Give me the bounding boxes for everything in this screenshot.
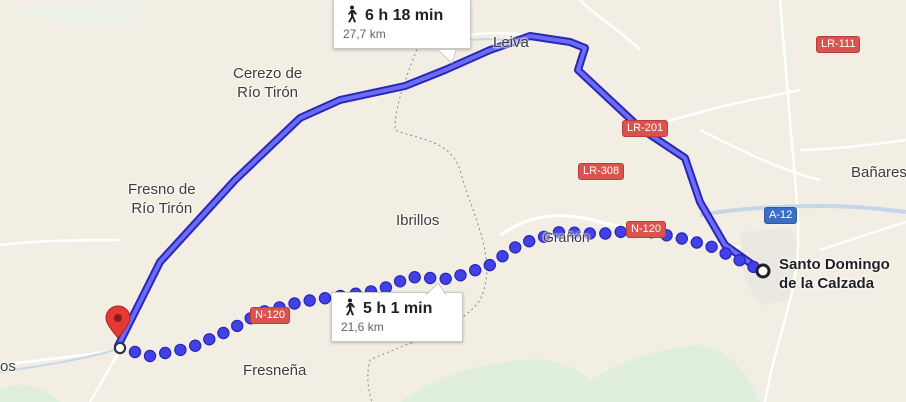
route-dot (614, 225, 627, 239)
road-shield-lr308: LR-308 (578, 163, 625, 180)
place-cerezo: Cerezo de Río Tirón (233, 65, 303, 101)
place-fresnena: Fresneña (243, 362, 307, 379)
route-dot (454, 269, 467, 282)
route-dot (483, 258, 496, 272)
route-dot (188, 339, 202, 352)
road-shield-a12: A-12 (764, 207, 798, 224)
place-los: os (0, 358, 16, 375)
alt-route-callout[interactable]: 6 h 18 min 27,7 km (333, 0, 471, 49)
alt-route-distance: 27,7 km (343, 27, 386, 41)
route-dot (288, 297, 301, 310)
place-ibrillos: Ibrillos (396, 212, 440, 229)
route-dot (158, 346, 172, 360)
main-route-duration: 5 h 1 min (363, 300, 433, 317)
road-shield-lr201: LR-201 (622, 120, 669, 137)
route-dot (303, 294, 316, 307)
alt-callout-pointer (438, 50, 457, 64)
route-dot (128, 345, 142, 359)
route-dot (318, 292, 332, 305)
place-fresno: Fresno de Río Tirón (128, 181, 196, 217)
destination-label[interactable]: Santo Domingo de la Calzada (779, 255, 890, 293)
place-banares: Bañares (851, 164, 906, 181)
route-dot (469, 264, 482, 277)
road-shield-n120-east: N-120 (626, 221, 666, 238)
route-dot (174, 343, 187, 357)
walking-person-icon (348, 5, 357, 23)
main-route-callout[interactable]: 5 h 1 min 21,6 km (331, 292, 463, 342)
route-dot (733, 254, 746, 267)
place-leiva: Leiva (493, 34, 529, 51)
route-dot (690, 236, 704, 249)
destination-point[interactable] (755, 263, 771, 279)
route-dot (424, 271, 437, 285)
route-dot (203, 333, 216, 346)
walking-person-icon (346, 298, 355, 316)
route-dot (143, 349, 157, 363)
route-dot (599, 227, 612, 240)
route-dot (705, 240, 718, 253)
origin-point (114, 342, 126, 354)
route-dot (496, 250, 509, 263)
route-dot (675, 232, 689, 245)
place-granon: Grañón (543, 229, 590, 245)
road-shield-n120-west: N-120 (250, 307, 290, 324)
route-dot (719, 247, 732, 260)
route-dot (408, 271, 421, 284)
main-route-distance: 21,6 km (341, 320, 384, 334)
road-shield-lr111: LR-111 (816, 36, 861, 53)
route-dot (523, 234, 536, 248)
route-dot (393, 275, 407, 288)
main-callout-pointer (426, 283, 447, 295)
alt-route-duration-row: 6 h 18 min (343, 5, 461, 26)
route-dot (217, 326, 230, 340)
route-dot (509, 241, 522, 254)
alt-route-duration: 6 h 18 min (365, 7, 444, 24)
main-route-duration-row: 5 h 1 min (341, 298, 453, 319)
route-dot (230, 319, 244, 333)
